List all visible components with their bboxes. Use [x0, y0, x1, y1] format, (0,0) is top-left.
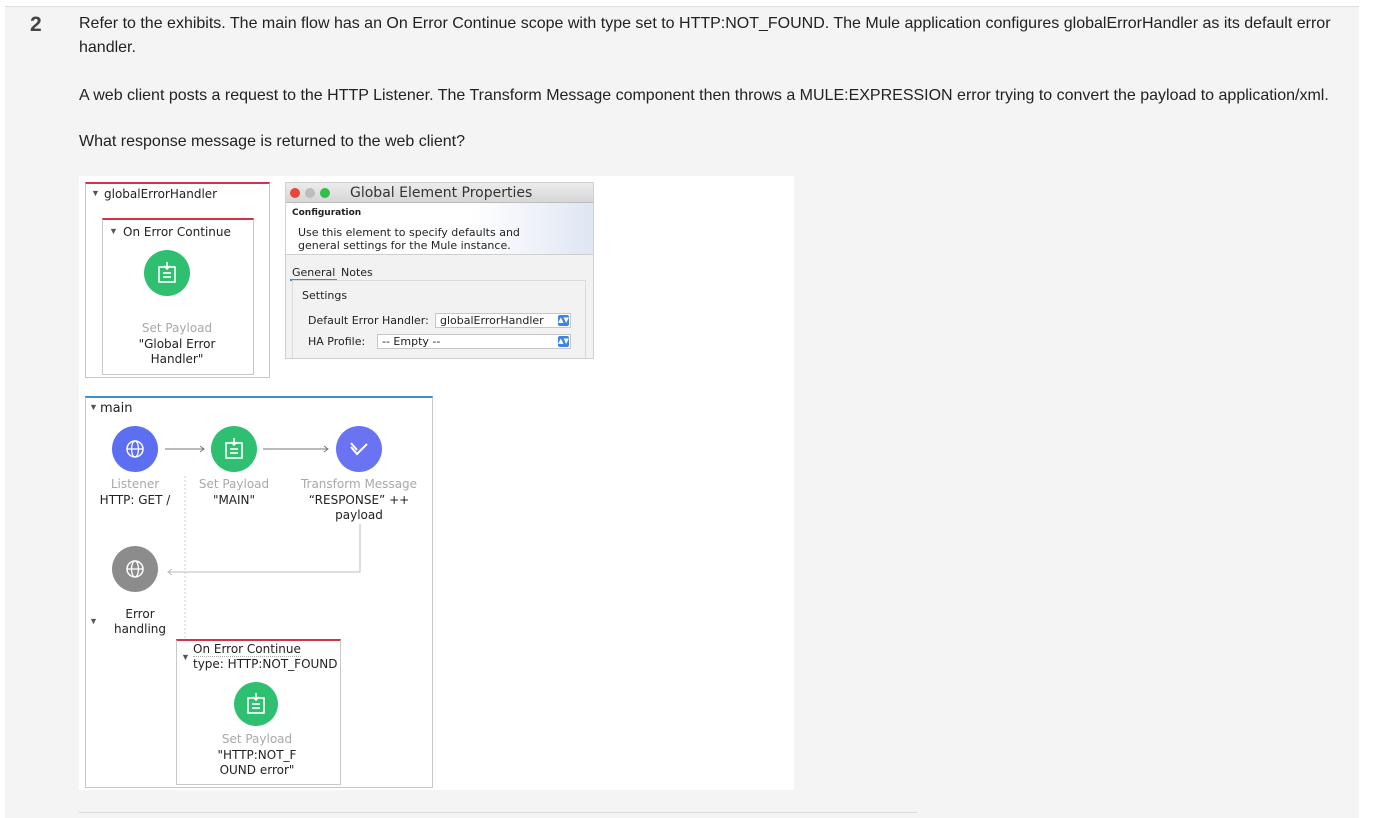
- scope-type: type: HTTP:NOT_FOUND: [193, 657, 338, 671]
- divider: [79, 812, 917, 813]
- transform-message-value-2: payload: [335, 508, 383, 522]
- error-set-payload-value-1: "HTTP:NOT_F: [217, 748, 297, 762]
- collapse-triangle-icon[interactable]: ▼: [89, 616, 98, 626]
- default-error-handler-value: globalErrorHandler: [440, 314, 544, 327]
- global-element-properties-window: Global Element Properties Configuration …: [285, 182, 594, 359]
- default-error-handler-label: Default Error Handler:: [308, 314, 429, 327]
- transform-message-value-1: “RESPONSE” ++: [308, 493, 410, 507]
- listener-value: HTTP: GET /: [99, 493, 171, 507]
- window-title-bar: Global Element Properties: [286, 183, 593, 203]
- question-paragraph-1: Refer to the exhibits. The main flow has…: [79, 15, 1331, 56]
- description-line-2: general settings for the Mule instance.: [298, 239, 511, 252]
- question-paragraph-3: What response message is returned to the…: [79, 133, 465, 150]
- set-payload-value: "MAIN": [212, 493, 256, 507]
- window-title: Global Element Properties: [350, 185, 533, 201]
- error-handling-label-2: handling: [113, 622, 167, 636]
- collapse-triangle-icon[interactable]: ▼: [109, 226, 118, 236]
- global-set-payload-type: Set Payload: [141, 321, 213, 335]
- global-error-handler-panel: ▼ globalErrorHandler ▼ On Error Continue…: [85, 182, 270, 378]
- main-flow-panel: ▼ main Listener HTTP: GET / Set Payload …: [85, 396, 433, 788]
- error-set-payload-type: Set Payload: [221, 732, 293, 746]
- question-number: 2: [30, 13, 42, 36]
- default-error-handler-select[interactable]: globalErrorHandler ▲▼: [435, 313, 571, 328]
- select-arrow-icon: ▲▼: [558, 336, 569, 347]
- ha-profile-select[interactable]: -- Empty -- ▲▼: [377, 334, 571, 349]
- set-payload-icon[interactable]: [234, 682, 278, 726]
- tab-notes[interactable]: Notes: [341, 266, 373, 279]
- ha-profile-label: HA Profile:: [308, 335, 366, 348]
- set-payload-icon[interactable]: [144, 250, 190, 296]
- global-set-payload-value-2: Handler": [150, 352, 204, 366]
- http-listener-icon[interactable]: [112, 426, 158, 472]
- global-scope-title: On Error Continue: [123, 225, 231, 239]
- tab-general[interactable]: General: [290, 266, 338, 281]
- description-line-1: Use this element to specify defaults and: [298, 226, 520, 239]
- configuration-heading: Configuration: [292, 208, 362, 218]
- settings-label: Settings: [302, 289, 348, 302]
- set-payload-type: Set Payload: [198, 477, 270, 491]
- select-arrow-icon: ▲▼: [558, 315, 569, 326]
- close-dot-icon[interactable]: [290, 188, 300, 198]
- error-handling-label-1: Error: [125, 607, 155, 621]
- global-set-payload-value-1: "Global Error: [138, 337, 216, 351]
- transform-message-type: Transform Message: [300, 477, 418, 491]
- on-error-continue-scope: ▼ On Error Continue type: HTTP:NOT_FOUND…: [176, 639, 341, 785]
- http-response-icon[interactable]: [112, 546, 158, 592]
- question-paragraph-2: A web client posts a request to the HTTP…: [79, 87, 1329, 104]
- zoom-dot-icon[interactable]: [320, 188, 330, 198]
- collapse-triangle-icon[interactable]: ▼: [91, 188, 100, 198]
- exhibit-image: ▼ globalErrorHandler ▼ On Error Continue…: [79, 176, 794, 790]
- transform-message-icon[interactable]: [336, 426, 382, 472]
- configuration-description: Configuration Use this element to specif…: [286, 203, 593, 255]
- listener-type: Listener: [110, 477, 160, 491]
- error-set-payload-value-2: OUND error": [219, 763, 295, 777]
- set-payload-icon[interactable]: [211, 426, 257, 472]
- settings-group: Settings Default Error Handler: globalEr…: [292, 280, 586, 358]
- global-handler-title: globalErrorHandler: [104, 187, 218, 201]
- scope-title: On Error Continue: [193, 642, 301, 657]
- minimize-dot-icon[interactable]: [305, 188, 315, 198]
- ha-profile-value: -- Empty --: [382, 335, 441, 348]
- global-on-error-continue-scope: ▼ On Error Continue Set Payload "Global …: [102, 218, 254, 375]
- collapse-triangle-icon[interactable]: ▼: [181, 652, 190, 662]
